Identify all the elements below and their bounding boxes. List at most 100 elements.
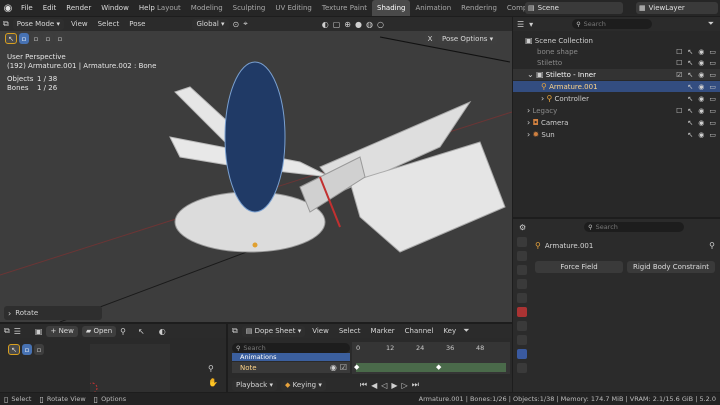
overlay-icon[interactable]: ◐: [322, 20, 329, 29]
play-reverse-icon[interactable]: ◁: [381, 381, 387, 390]
shading-wireframe-icon[interactable]: ⊕: [344, 20, 351, 29]
next-key-icon[interactable]: ▷: [402, 381, 408, 390]
chevron-right-icon[interactable]: ›: [541, 94, 544, 103]
camera-render-icon[interactable]: ▭: [709, 48, 716, 56]
snap-icon[interactable]: ⌖: [243, 19, 248, 29]
select-mode-new-icon[interactable]: ▫: [19, 33, 29, 44]
modifier-tab-icon[interactable]: [517, 335, 527, 345]
tab-uv-editing[interactable]: UV Editing: [270, 0, 317, 16]
filter-icon[interactable]: ⏷: [708, 19, 714, 29]
tab-sculpting[interactable]: Sculpting: [228, 0, 271, 16]
force-field-button[interactable]: Force Field: [535, 261, 623, 273]
dope-menu-channel[interactable]: Channel: [402, 327, 437, 335]
select-arrow-icon[interactable]: ↖: [687, 107, 693, 115]
exclude-checkbox-icon[interactable]: ☑: [676, 71, 682, 79]
new-image-button[interactable]: + New: [46, 325, 78, 337]
mode-dropdown[interactable]: Pose Mode ▾: [12, 18, 64, 30]
select-mode-invert-icon[interactable]: ▫: [55, 33, 65, 44]
select-mode-subtract-icon[interactable]: ▫: [43, 33, 53, 44]
render-tab-icon[interactable]: [517, 251, 527, 261]
image-select-new-icon[interactable]: ▫: [22, 344, 32, 355]
select-arrow-icon[interactable]: ↖: [687, 71, 693, 79]
keyframe-diamond-icon[interactable]: ◆: [436, 363, 441, 371]
outliner-item-stiletto-inner[interactable]: ⌄ ▣ Stiletto - Inner ☑ ↖ ◉ ▭: [513, 69, 720, 80]
channel-animations[interactable]: Animations: [232, 353, 350, 361]
eye-icon[interactable]: ◉: [698, 119, 704, 127]
exclude-checkbox-icon[interactable]: ☐: [676, 48, 682, 56]
select-arrow-icon[interactable]: ↖: [687, 48, 693, 56]
menu-edit[interactable]: Edit: [38, 0, 62, 16]
filter-icon[interactable]: ⏷: [463, 326, 469, 336]
output-tab-icon[interactable]: [517, 265, 527, 275]
outliner-scene-collection[interactable]: ▣ Scene Collection: [513, 35, 720, 46]
select-arrow-icon[interactable]: ↖: [687, 95, 693, 103]
tab-layout[interactable]: Layout: [152, 0, 186, 16]
select-arrow-icon[interactable]: ↖: [687, 59, 693, 67]
select-arrow-icon[interactable]: ↖: [687, 119, 693, 127]
outliner-editor-icon[interactable]: ☰: [517, 20, 524, 29]
select-mode-extend-icon[interactable]: ▫: [31, 33, 41, 44]
editor-type-icon[interactable]: ⧉: [232, 326, 238, 336]
outliner-search[interactable]: ⚲ Search: [572, 19, 653, 29]
camera-render-icon[interactable]: ▭: [709, 131, 716, 139]
keying-dropdown[interactable]: ◆ Keying ▾: [280, 379, 326, 391]
eye-icon[interactable]: ◉: [698, 131, 704, 139]
tab-animation[interactable]: Animation: [410, 0, 456, 16]
exclude-checkbox-icon[interactable]: ☐: [676, 59, 682, 67]
eye-icon[interactable]: ◉: [698, 95, 704, 103]
tool-tab-icon[interactable]: [517, 237, 527, 247]
chevron-down-icon[interactable]: ⌄: [527, 70, 534, 79]
menu-select[interactable]: Select: [95, 20, 123, 28]
select-arrow-icon[interactable]: ↖: [687, 83, 693, 91]
3d-viewport[interactable]: ⧉ Pose Mode ▾ View Select Pose Global ▾ …: [0, 17, 512, 322]
pose-options-dropdown[interactable]: Pose Options ▾: [438, 33, 498, 44]
shading-solid-icon[interactable]: ●: [355, 20, 362, 29]
last-operator-panel[interactable]: › Rotate: [4, 306, 102, 320]
tab-rendering[interactable]: Rendering: [456, 0, 502, 16]
eye-icon[interactable]: ◉: [698, 71, 704, 79]
outliner-item-bone-shape[interactable]: bone shape ☐ ↖ ◉ ▭: [513, 46, 720, 57]
dope-menu-select[interactable]: Select: [336, 327, 364, 335]
outliner-item-armature-001[interactable]: ⚲ Armature.001 ↖ ◉ ▭: [513, 81, 720, 92]
camera-render-icon[interactable]: ▭: [709, 71, 716, 79]
xray-icon[interactable]: ▢: [333, 20, 341, 29]
camera-render-icon[interactable]: ▭: [709, 119, 716, 127]
chevron-right-icon[interactable]: ›: [527, 118, 530, 127]
outliner-item-stiletto[interactable]: Stiletto ☐ ↖ ◉ ▭: [513, 57, 720, 68]
keyframe-diamond-icon[interactable]: ◆: [354, 363, 359, 371]
pin-icon[interactable]: ⚲: [709, 241, 715, 250]
jump-start-icon[interactable]: ⏮: [360, 380, 367, 390]
filter-display-icon[interactable]: ▾: [529, 20, 533, 29]
outliner-item-camera[interactable]: › ◘ Camera ↖ ◉ ▭: [513, 117, 720, 128]
image-browse-icon[interactable]: ▣: [35, 327, 43, 336]
overlay-icon[interactable]: ◐: [159, 327, 166, 336]
exclude-checkbox-icon[interactable]: ☐: [676, 107, 682, 115]
pin-icon[interactable]: ⚲: [120, 327, 126, 336]
scene-tab-icon[interactable]: [517, 293, 527, 303]
tab-shading[interactable]: Shading: [372, 0, 411, 16]
view-layer-selector[interactable]: ▦ ViewLayer: [636, 2, 718, 14]
properties-editor-icon[interactable]: ⚙: [519, 223, 526, 232]
rigid-body-constraint-button[interactable]: Rigid Body Constraint: [627, 261, 715, 273]
dope-menu-marker[interactable]: Marker: [367, 327, 397, 335]
chevron-right-icon[interactable]: ›: [527, 130, 530, 139]
shading-rendered-icon[interactable]: ○: [377, 20, 384, 29]
cursor-tool-icon[interactable]: ↖: [138, 327, 145, 336]
menu-pose[interactable]: Pose: [126, 20, 148, 28]
dope-menu-key[interactable]: Key: [440, 327, 459, 335]
editor-type-icon[interactable]: ⧉: [3, 19, 9, 29]
eye-icon[interactable]: ◉: [698, 83, 704, 91]
scene-selector[interactable]: ▤ Scene: [525, 2, 623, 14]
open-image-button[interactable]: ▰ Open: [81, 325, 117, 337]
outliner-item-legacy[interactable]: › Legacy ☐ ↖ ◉ ▭: [513, 105, 720, 116]
select-tool-icon[interactable]: ↖: [5, 33, 17, 44]
eye-icon[interactable]: ◉: [330, 363, 337, 372]
orientation-dropdown[interactable]: Global ▾: [192, 18, 229, 30]
prev-key-icon[interactable]: ◀: [371, 381, 377, 390]
editor-type-icon[interactable]: ⧉: [4, 326, 10, 336]
image-select-extend-icon[interactable]: ▫: [34, 344, 44, 355]
camera-render-icon[interactable]: ▭: [709, 59, 716, 67]
menu-render[interactable]: Render: [61, 0, 96, 16]
camera-render-icon[interactable]: ▭: [709, 95, 716, 103]
shading-material-icon[interactable]: ◍: [366, 20, 373, 29]
